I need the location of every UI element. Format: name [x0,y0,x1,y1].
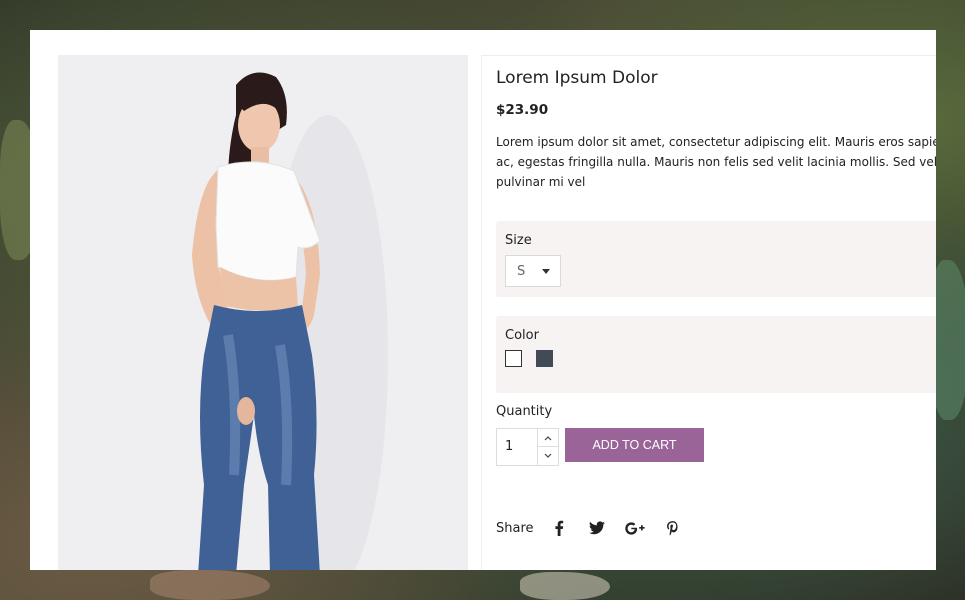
chevron-up-icon [544,435,552,440]
share-row: Share [496,518,699,538]
size-select[interactable]: S [505,255,561,287]
product-title: Lorem Ipsum Dolor [496,68,658,88]
color-swatch-dark-gray[interactable] [536,350,553,367]
product-details: Lorem Ipsum Dolor $23.90 Lorem ipsum dol… [481,55,936,570]
product-price: $23.90 [496,102,549,118]
quantity-label: Quantity [496,404,553,419]
quantity-stepper[interactable]: 1 [496,428,559,466]
google-plus-icon[interactable] [623,518,647,538]
model-photo [58,55,468,570]
background-texture [150,570,270,600]
color-option: Color [496,316,936,393]
product-description: Lorem ipsum dolor sit amet, consectetur … [496,135,936,189]
product-image [58,55,468,570]
quantity-input[interactable]: 1 [505,439,513,454]
background-texture [520,572,610,600]
color-label: Color [505,328,539,343]
size-option: Size S [496,221,936,297]
share-label: Share [496,520,534,536]
facebook-icon[interactable] [547,518,571,538]
twitter-icon[interactable] [585,518,609,538]
decrement-button[interactable] [538,447,558,465]
color-swatch-white[interactable] [505,350,522,367]
chevron-down-icon [544,453,552,458]
quick-view-modal: Lorem Ipsum Dolor $23.90 Lorem ipsum dol… [30,30,936,570]
increment-button[interactable] [538,429,558,447]
add-to-cart-button[interactable]: ADD TO CART [565,428,704,462]
quantity-stepper-buttons [537,429,558,465]
size-label: Size [505,233,532,248]
caret-down-icon [542,268,550,274]
size-selected-value: S [517,263,526,279]
pinterest-icon[interactable] [661,518,685,538]
